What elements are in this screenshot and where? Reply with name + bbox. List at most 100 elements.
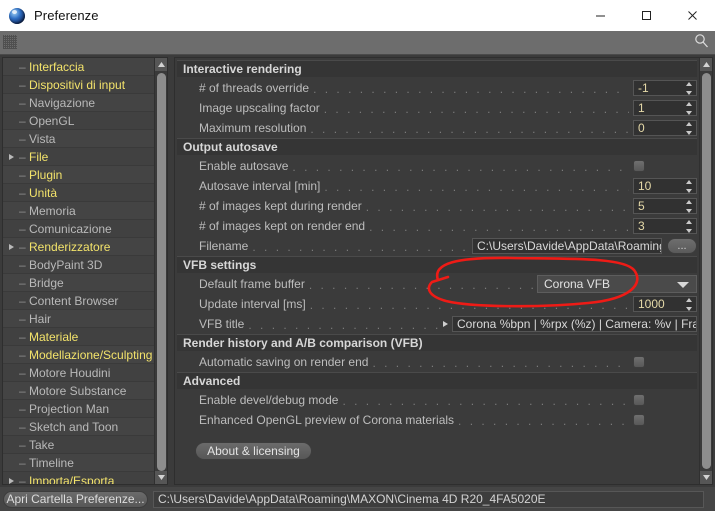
leader-dots: . . . . . . . . . . . . . . . . . . . . … (324, 180, 629, 193)
setting-label: Autosave interval [min] (199, 179, 321, 193)
maximize-button[interactable] (623, 0, 669, 31)
setting-label: Filename (199, 239, 249, 253)
sidebar-item[interactable]: – Motore Substance (3, 382, 154, 400)
sidebar-item[interactable]: – Comunicazione (3, 220, 154, 238)
number-input[interactable]: 1000 (633, 296, 697, 312)
sidebar-item[interactable]: – Renderizzatore (3, 238, 154, 256)
sidebar-item[interactable]: – Materiale (3, 328, 154, 346)
setting-control (633, 160, 697, 172)
sidebar-item[interactable]: – Content Browser (3, 292, 154, 310)
sidebar-item[interactable]: – Modellazione/Sculpting (3, 346, 154, 364)
number-input[interactable]: 10 (633, 178, 697, 194)
number-input[interactable]: 3 (633, 218, 697, 234)
sidebar-item[interactable]: – Importa/Esporta (3, 472, 154, 484)
setting-row: Enhanced OpenGL preview of Corona materi… (177, 410, 697, 430)
setting-row: # of images kept during render. . . . . … (177, 196, 697, 216)
checkbox[interactable] (633, 160, 645, 172)
panel-scroll-up-icon[interactable] (700, 58, 712, 71)
setting-control: 10 (633, 178, 697, 194)
tree-connector: – (19, 132, 26, 146)
chevron-right-icon[interactable] (9, 244, 14, 250)
sidebar-item[interactable]: – Unità (3, 184, 154, 202)
spinner-arrows-icon[interactable] (686, 102, 693, 115)
leader-dots: . . . . . . . . . . . . . . . . . . . . … (365, 200, 629, 213)
sidebar-item-label: Plugin (29, 168, 63, 182)
chevron-right-icon[interactable] (9, 154, 14, 160)
expand-right-icon[interactable] (443, 321, 448, 327)
sidebar-scroll-thumb[interactable] (157, 73, 166, 471)
spinner-arrows-icon[interactable] (686, 220, 693, 233)
sidebar-item[interactable]: – Plugin (3, 166, 154, 184)
tree-connector: – (19, 402, 26, 416)
close-button[interactable] (669, 0, 715, 31)
panel-scroll-down-icon[interactable] (700, 471, 712, 484)
leader-dots: . . . . . . . . . . . . . . . . . . . . … (372, 356, 629, 369)
leader-dots: . . . . . . . . . . . . . . . . . . . . … (309, 298, 629, 311)
setting-label: # of images kept during render (199, 199, 362, 213)
sidebar-item-label: Renderizzatore (29, 240, 111, 254)
setting-control: Corona %bpn | %rpx (%z) | Camera: %v | F… (443, 316, 697, 332)
spinner-arrows-icon[interactable] (686, 180, 693, 193)
sidebar-item-label: Memoria (29, 204, 76, 218)
number-input[interactable]: 5 (633, 198, 697, 214)
number-input[interactable]: 1 (633, 100, 697, 116)
preferences-path-field[interactable]: C:\Users\Davide\AppData\Roaming\MAXON\Ci… (153, 490, 704, 508)
search-icon[interactable] (694, 33, 709, 53)
sidebar-item[interactable]: – Bridge (3, 274, 154, 292)
sidebar-scrollbar[interactable] (154, 58, 167, 484)
drag-grip-icon[interactable] (3, 34, 17, 49)
chevron-down-icon[interactable] (677, 282, 689, 288)
checkbox[interactable] (633, 394, 645, 406)
sidebar-item[interactable]: – OpenGL (3, 112, 154, 130)
settings-content: Interactive rendering # of threads overri… (177, 60, 697, 460)
frame-buffer-dropdown[interactable]: Corona VFB (537, 275, 697, 293)
sidebar-scroll-up-icon[interactable] (155, 58, 167, 71)
sidebar-item[interactable]: – Memoria (3, 202, 154, 220)
spinner-arrows-icon[interactable] (686, 82, 693, 95)
checkbox[interactable] (633, 356, 645, 368)
setting-label: Enhanced OpenGL preview of Corona materi… (199, 413, 455, 427)
sidebar-item[interactable]: – File (3, 148, 154, 166)
sidebar-item[interactable]: – Motore Houdini (3, 364, 154, 382)
sidebar-item[interactable]: – Vista (3, 130, 154, 148)
main-body: – Interfaccia – Dispositivi di input – Naviga… (0, 55, 715, 487)
panel-scroll-thumb[interactable] (702, 73, 711, 469)
setting-label: Enable autosave (199, 159, 289, 173)
sidebar-item[interactable]: – Hair (3, 310, 154, 328)
checkbox[interactable] (633, 414, 645, 426)
setting-control: 5 (633, 198, 697, 214)
sidebar-item-label: Motore Substance (29, 384, 127, 398)
browse-button[interactable]: ... (667, 238, 697, 254)
sidebar-item-label: Interfaccia (29, 60, 85, 74)
tree-connector: – (19, 168, 26, 182)
sidebar-item[interactable]: – Projection Man (3, 400, 154, 418)
sidebar-item[interactable]: – Take (3, 436, 154, 454)
setting-control: 3 (633, 218, 697, 234)
spinner-arrows-icon[interactable] (686, 298, 693, 311)
sidebar-item[interactable]: – Timeline (3, 454, 154, 472)
minimize-button[interactable] (577, 0, 623, 31)
filename-input[interactable]: C:\Users\Davide\AppData\Roaming\M (472, 238, 662, 254)
leader-dots: . . . . . . . . . . . . . . . . . . . . … (458, 414, 629, 427)
number-input[interactable]: 0 (633, 120, 697, 136)
open-preferences-folder-button[interactable]: Apri Cartella Preferenze... (3, 490, 148, 508)
sidebar-item[interactable]: – BodyPaint 3D (3, 256, 154, 274)
number-input[interactable]: -1 (633, 80, 697, 96)
setting-control: 1000 (633, 296, 697, 312)
sidebar-item[interactable]: – Navigazione (3, 94, 154, 112)
sidebar-scroll-down-icon[interactable] (155, 471, 167, 484)
setting-control: Corona VFB (537, 275, 697, 293)
setting-row: # of images kept on render end. . . . . … (177, 216, 697, 236)
chevron-right-icon[interactable] (9, 478, 14, 484)
vfb-title-input[interactable]: Corona %bpn | %rpx (%z) | Camera: %v | F… (452, 316, 697, 332)
sidebar-item[interactable]: – Sketch and Toon (3, 418, 154, 436)
setting-row: Autosave interval [min]. . . . . . . . .… (177, 176, 697, 196)
sidebar-item[interactable]: – Interfaccia (3, 58, 154, 76)
about-licensing-button[interactable]: About & licensing (195, 442, 312, 460)
spinner-arrows-icon[interactable] (686, 200, 693, 213)
sidebar-item[interactable]: – Dispositivi di input (3, 76, 154, 94)
panel-scrollbar[interactable] (699, 58, 712, 484)
tree-connector: – (19, 276, 26, 290)
spinner-arrows-icon[interactable] (686, 122, 693, 135)
leader-dots: . . . . . . . . . . . . . . . . . . . . … (323, 102, 629, 115)
